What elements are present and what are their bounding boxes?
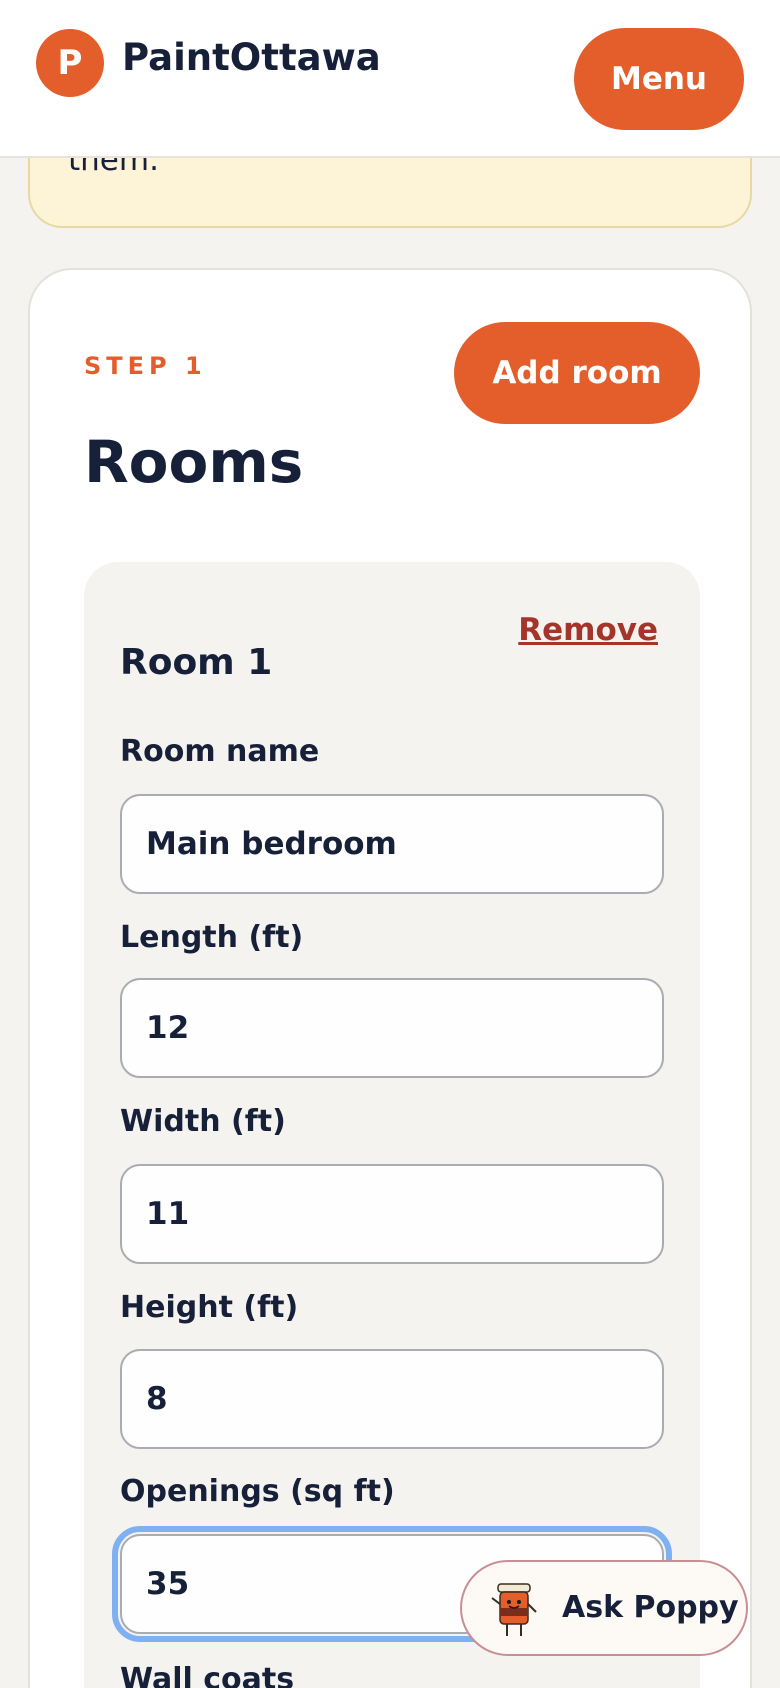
width-input[interactable]: 11: [120, 1164, 664, 1264]
length-label: Length (ft): [120, 920, 304, 955]
openings-label: Openings (sq ft): [120, 1474, 395, 1509]
room-name-input[interactable]: Main bedroom: [120, 794, 664, 894]
ask-poppy-button[interactable]: Ask Poppy: [460, 1560, 748, 1656]
room-name-label: Room name: [120, 734, 320, 769]
height-label: Height (ft): [120, 1290, 299, 1325]
ask-poppy-label: Ask Poppy: [562, 1590, 739, 1625]
length-input[interactable]: 12: [120, 978, 664, 1078]
brand-name[interactable]: PaintOttawa: [122, 36, 381, 79]
width-label: Width (ft): [120, 1104, 286, 1139]
remove-room-link[interactable]: Remove: [518, 612, 658, 648]
section-title: Rooms: [84, 428, 304, 496]
rooms-card: STEP 1 Add room Rooms Room 1 Remove Room…: [28, 268, 752, 1688]
room-panel: Room 1 Remove Room name Main bedroom Len…: [84, 562, 700, 1688]
paint-can-mascot-icon: [491, 1583, 537, 1636]
menu-button[interactable]: Menu: [574, 28, 744, 130]
height-input[interactable]: 8: [120, 1349, 664, 1449]
site-header: P PaintOttawa Menu: [0, 0, 780, 158]
add-room-button[interactable]: Add room: [454, 322, 700, 424]
logo-icon[interactable]: P: [36, 29, 104, 97]
room-title: Room 1: [120, 642, 273, 683]
step-label: STEP 1: [84, 352, 207, 380]
wall-coats-label: Wall coats: [120, 1662, 295, 1688]
